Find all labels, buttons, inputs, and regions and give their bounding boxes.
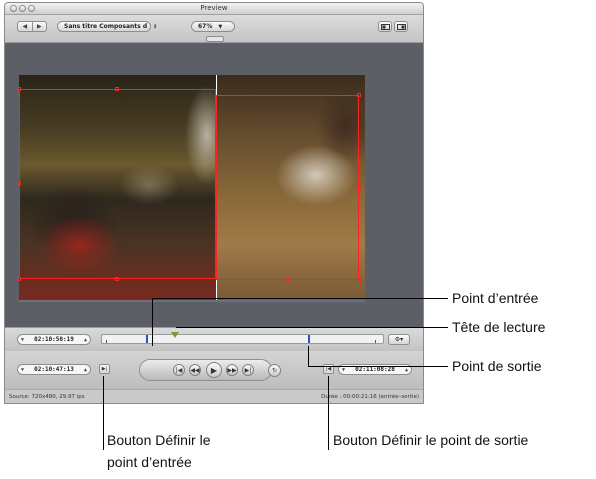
- leader-in-point-horizontal: [152, 298, 448, 299]
- playhead[interactable]: [171, 332, 179, 338]
- current-timecode-field[interactable]: ▼ 02:10:50:19 ▲: [17, 334, 91, 345]
- loop-button[interactable]: ↻: [268, 364, 281, 377]
- safe-area-icon: [396, 23, 406, 30]
- bounds-handle[interactable]: [357, 93, 361, 97]
- out-point-marker[interactable]: [308, 335, 312, 343]
- zoom-popup-label: 67%: [198, 23, 213, 30]
- chevron-down-icon: ▼: [342, 366, 346, 373]
- leader-out-point-vertical: [308, 346, 309, 366]
- go-to-start-icon: |◀: [175, 366, 183, 374]
- status-bar: Source: 720x480, 29.97 ips Durée : 00:00…: [5, 389, 423, 403]
- go-to-end-icon: ▶|: [244, 366, 252, 374]
- loop-icon: ↻: [271, 367, 278, 374]
- scrubber-end-tick: [375, 340, 376, 343]
- leader-set-in: [103, 376, 104, 450]
- preview-window: Preview ◀ ▶ Sans titre Composants d ⇕ 67…: [4, 2, 424, 404]
- bounds-handle[interactable]: [115, 87, 119, 91]
- title-bar: Preview: [5, 3, 423, 15]
- in-timecode-value: 02:10:47:13: [34, 366, 74, 373]
- preview-canvas: [5, 43, 423, 327]
- source-info: Source: 720x480, 29.97 ips: [9, 394, 85, 400]
- set-in-point-button[interactable]: ▶|: [99, 364, 110, 374]
- duration-info: Durée : 00:00:21:16 (entrée–sortie): [321, 394, 419, 400]
- leader-out-point-horizontal: [308, 366, 448, 367]
- window-title: Preview: [200, 4, 228, 12]
- bounds-handle[interactable]: [357, 185, 361, 189]
- in-timecode-field[interactable]: ▼ 02:10:47:13 ▲: [17, 364, 91, 375]
- clip-b-bounds: [216, 95, 359, 280]
- composition-popup-label: Sans titre Composants d: [64, 23, 148, 30]
- callout-set-in-line2: point d’entrée: [107, 454, 192, 470]
- bounds-handle[interactable]: [115, 277, 119, 281]
- leader-playhead: [176, 327, 448, 328]
- callout-in-point: Point d’entrée: [452, 290, 539, 306]
- transport-controls: ▼ 02:10:47:13 ▲ ▶| |◀ ◀◀ ▶ ▶▶ ▶| ↻ |◀ ▼ …: [5, 351, 423, 389]
- bounds-handle[interactable]: [17, 181, 21, 185]
- view-mode-button-1[interactable]: [378, 21, 392, 32]
- play-button[interactable]: ▶: [206, 362, 222, 378]
- next-frame-icon: ▶▶: [227, 366, 237, 374]
- callout-set-out: Bouton Définir le point de sortie: [333, 432, 529, 448]
- bounds-handle[interactable]: [285, 278, 289, 282]
- composition-popup[interactable]: Sans titre Composants d ⇕: [57, 21, 157, 32]
- go-to-start-button[interactable]: |◀: [173, 364, 185, 376]
- set-in-point-icon: ▶|: [101, 366, 108, 372]
- chevron-down-icon: ▼: [21, 366, 25, 373]
- back-button[interactable]: ◀: [17, 21, 32, 32]
- canvas-gap: [19, 300, 365, 302]
- callout-out-point: Point de sortie: [452, 358, 542, 374]
- leader-set-out: [328, 376, 329, 450]
- chevron-up-icon: ▲: [83, 366, 87, 373]
- leader-in-point-vertical: [152, 298, 153, 346]
- callout-playhead: Tête de lecture: [452, 319, 546, 335]
- out-timecode-value: 02:11:08:28: [355, 366, 395, 373]
- view-mode-button-2[interactable]: [394, 21, 408, 32]
- toolbar: ◀ ▶ Sans titre Composants d ⇕ 67% ▼: [5, 15, 423, 43]
- chevron-up-icon: ▲: [404, 366, 408, 373]
- toolbar-toggle[interactable]: [206, 36, 224, 42]
- go-to-end-button[interactable]: ▶|: [242, 364, 254, 376]
- clip-a-bounds: [19, 89, 216, 279]
- zoom-popup[interactable]: 67% ▼: [191, 21, 235, 32]
- next-frame-button[interactable]: ▶▶: [226, 364, 238, 376]
- gear-icon: ⚙▾: [394, 336, 404, 343]
- chevron-up-icon: ▲: [83, 336, 87, 343]
- current-timecode-value: 02:10:50:19: [34, 336, 74, 343]
- view-options-button[interactable]: ⚙▾: [388, 334, 410, 345]
- previous-frame-icon: ◀◀: [190, 366, 200, 374]
- bounds-handle[interactable]: [17, 87, 21, 91]
- timeline-scrubber[interactable]: [101, 332, 384, 344]
- popup-arrows-icon: ⇕: [153, 23, 158, 30]
- in-point-marker[interactable]: [146, 335, 150, 343]
- play-icon: ▶: [210, 365, 218, 375]
- chevron-down-icon: ▼: [218, 23, 223, 30]
- timeline-bar: ▼ 02:10:50:19 ▲ ⚙▾: [5, 327, 423, 351]
- chevron-down-icon: ▼: [21, 336, 25, 343]
- view-icon: [380, 23, 390, 30]
- history-nav: ◀ ▶: [17, 21, 47, 32]
- bounds-handle[interactable]: [357, 278, 361, 282]
- forward-button[interactable]: ▶: [31, 21, 47, 32]
- callout-set-in-line1: Bouton Définir le: [107, 432, 211, 448]
- scrubber-start-tick: [106, 340, 107, 343]
- previous-frame-button[interactable]: ◀◀: [189, 364, 201, 376]
- bounds-handle[interactable]: [17, 277, 21, 281]
